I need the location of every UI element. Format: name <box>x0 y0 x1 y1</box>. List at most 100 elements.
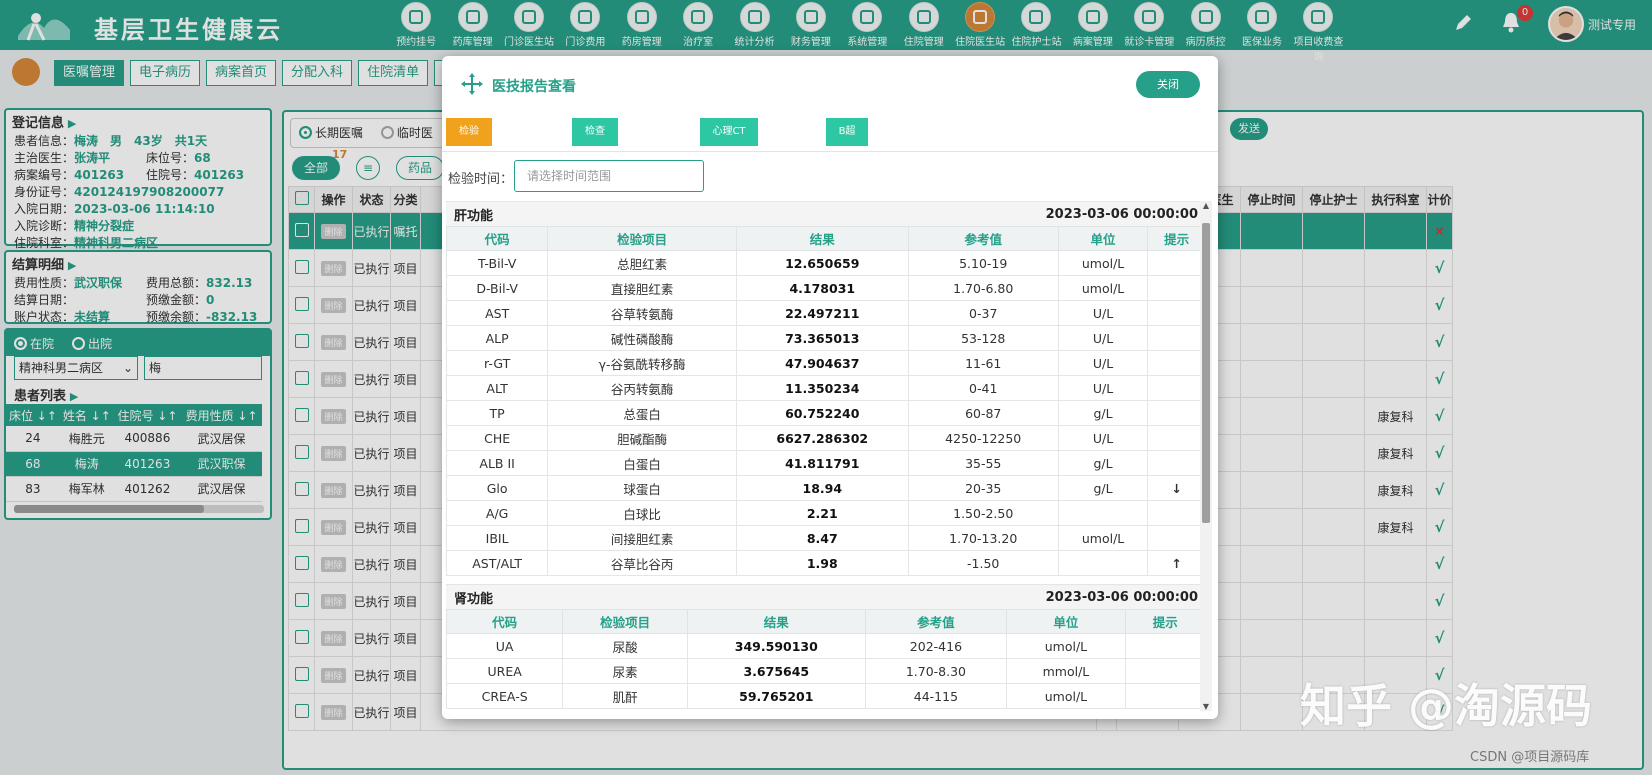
result-flag <box>1147 400 1206 426</box>
result-flag <box>1147 250 1206 276</box>
result-cell: 球蛋白 <box>547 475 737 501</box>
result-cell: r-GT <box>446 350 549 376</box>
result-cell: 4250-12250 <box>907 425 1059 451</box>
filter-label: 检验时间： <box>448 172 514 187</box>
result-cell <box>1057 500 1149 526</box>
result-col-header: 提示 <box>1124 609 1206 634</box>
section-name: 肾功能 <box>454 591 494 607</box>
result-col-header: 结果 <box>687 609 866 634</box>
scroll-up-icon[interactable]: ▲ <box>1200 201 1212 210</box>
result-flag <box>1124 683 1206 709</box>
result-col-header: 单位 <box>1006 609 1126 634</box>
result-cell: D-Bil-V <box>446 275 549 301</box>
result-cell: umol/L <box>1057 275 1149 301</box>
result-cell: AST/ALT <box>446 550 549 576</box>
result-cell: ALP <box>446 325 549 351</box>
result-cell: umol/L <box>1006 633 1126 659</box>
section-header: 肝功能 2023-03-06 00:00:00 <box>446 202 1206 226</box>
result-cell: 1.98 <box>735 550 909 576</box>
result-row: AST/ALT 谷草比谷丙 1.98 -1.50 ↑ <box>446 550 1206 576</box>
close-button[interactable]: 关闭 <box>1136 71 1200 98</box>
result-cell: 60.752240 <box>735 400 909 426</box>
result-flag <box>1147 375 1206 401</box>
result-cell: 4.178031 <box>735 275 909 301</box>
result-cell: 谷草比谷丙 <box>547 550 737 576</box>
result-cell <box>1057 550 1149 576</box>
result-cell: CREA-S <box>446 683 564 709</box>
result-cell: 5.10-19 <box>907 250 1059 276</box>
result-cell: 12.650659 <box>735 250 909 276</box>
report-tab-3[interactable]: B超 <box>826 118 868 146</box>
result-flag: ↓ <box>1147 475 1206 501</box>
report-tabs: 检验 检查 心理CT B超 <box>446 118 1214 148</box>
result-cell: 3.675645 <box>687 658 866 684</box>
result-row: ALB II 白蛋白 41.811791 35-55 g/L <box>446 450 1206 476</box>
result-flag <box>1147 425 1206 451</box>
result-row: r-GT γ-谷氨酰转移酶 47.904637 11-61 U/L <box>446 350 1206 376</box>
modal-title: 医技报告查看 <box>492 79 576 95</box>
section-date: 2023-03-06 00:00:00 <box>1045 589 1198 605</box>
result-flag <box>1124 633 1206 659</box>
result-cell: 碱性磷酸酶 <box>547 325 737 351</box>
result-cell: CHE <box>446 425 549 451</box>
result-cell: 41.811791 <box>735 450 909 476</box>
scroll-down-icon[interactable]: ▼ <box>1200 702 1212 711</box>
result-cell: 18.94 <box>735 475 909 501</box>
report-tab-0[interactable]: 检验 <box>446 118 492 146</box>
result-row: IBIL 间接胆红素 8.47 1.70-13.20 umol/L <box>446 525 1206 551</box>
result-row: UA 尿酸 349.590130 202-416 umol/L <box>446 633 1206 659</box>
result-cell: 直接胆红素 <box>547 275 737 301</box>
result-flag <box>1147 300 1206 326</box>
result-cell: 11.350234 <box>735 375 909 401</box>
scroll-thumb[interactable] <box>1202 223 1210 523</box>
result-cell: g/L <box>1057 400 1149 426</box>
result-cell: T-Bil-V <box>446 250 549 276</box>
report-section: 肾功能 2023-03-06 00:00:00 代码 检验项目 结果 参考值 单位 提示 UA 尿… <box>446 584 1206 709</box>
result-header-row: 代码 检验项目 结果 参考值 单位 提示 <box>446 609 1206 634</box>
result-cell: umol/L <box>1006 683 1126 709</box>
section-date: 2023-03-06 00:00:00 <box>1045 206 1198 222</box>
result-col-header: 代码 <box>446 609 564 634</box>
result-row: AST 谷草转氨酶 22.497211 0-37 U/L <box>446 300 1206 326</box>
result-row: D-Bil-V 直接胆红素 4.178031 1.70-6.80 umol/L <box>446 275 1206 301</box>
result-col-header: 检验项目 <box>547 226 737 251</box>
result-cell: -1.50 <box>907 550 1059 576</box>
result-cell: g/L <box>1057 450 1149 476</box>
result-cell: γ-谷氨酰转移酶 <box>547 350 737 376</box>
vertical-scrollbar[interactable]: ▲ ▼ <box>1200 201 1212 711</box>
result-cell: 44-115 <box>864 683 1008 709</box>
result-col-header: 结果 <box>735 226 909 251</box>
result-cell: TP <box>446 400 549 426</box>
result-flag <box>1124 658 1206 684</box>
result-flag <box>1147 350 1206 376</box>
result-col-header: 参考值 <box>907 226 1059 251</box>
result-cell: U/L <box>1057 350 1149 376</box>
result-cell: umol/L <box>1057 250 1149 276</box>
report-tab-2[interactable]: 心理CT <box>700 118 758 146</box>
result-row: CREA-S 肌酐 59.765201 44-115 umol/L <box>446 683 1206 709</box>
result-cell: ALT <box>446 375 549 401</box>
result-col-header: 提示 <box>1147 226 1206 251</box>
result-cell: 20-35 <box>907 475 1059 501</box>
result-cell: IBIL <box>446 525 549 551</box>
result-flag <box>1147 500 1206 526</box>
result-cell: U/L <box>1057 375 1149 401</box>
result-flag: ↑ <box>1147 550 1206 576</box>
section-header: 肾功能 2023-03-06 00:00:00 <box>446 585 1206 609</box>
result-cell: UREA <box>446 658 564 684</box>
result-cell: 35-55 <box>907 450 1059 476</box>
result-cell: 1.70-8.30 <box>864 658 1008 684</box>
result-cell: 尿素 <box>562 658 689 684</box>
result-cell: ALB II <box>446 450 549 476</box>
result-col-header: 检验项目 <box>562 609 689 634</box>
report-tab-1[interactable]: 检查 <box>572 118 618 146</box>
report-modal: 医技报告查看 关闭 检验 检查 心理CT B超 检验时间： 请选择时间范围 肝功能 20… <box>442 56 1218 719</box>
date-range-input[interactable]: 请选择时间范围 <box>514 160 704 192</box>
result-cell: 胆碱酯酶 <box>547 425 737 451</box>
result-row: CHE 胆碱酯酶 6627.286302 4250-12250 U/L <box>446 425 1206 451</box>
result-cell: 总胆红素 <box>547 250 737 276</box>
result-cell: 349.590130 <box>687 633 866 659</box>
result-cell: 肌酐 <box>562 683 689 709</box>
result-row: ALT 谷丙转氨酶 11.350234 0-41 U/L <box>446 375 1206 401</box>
result-cell: 尿酸 <box>562 633 689 659</box>
